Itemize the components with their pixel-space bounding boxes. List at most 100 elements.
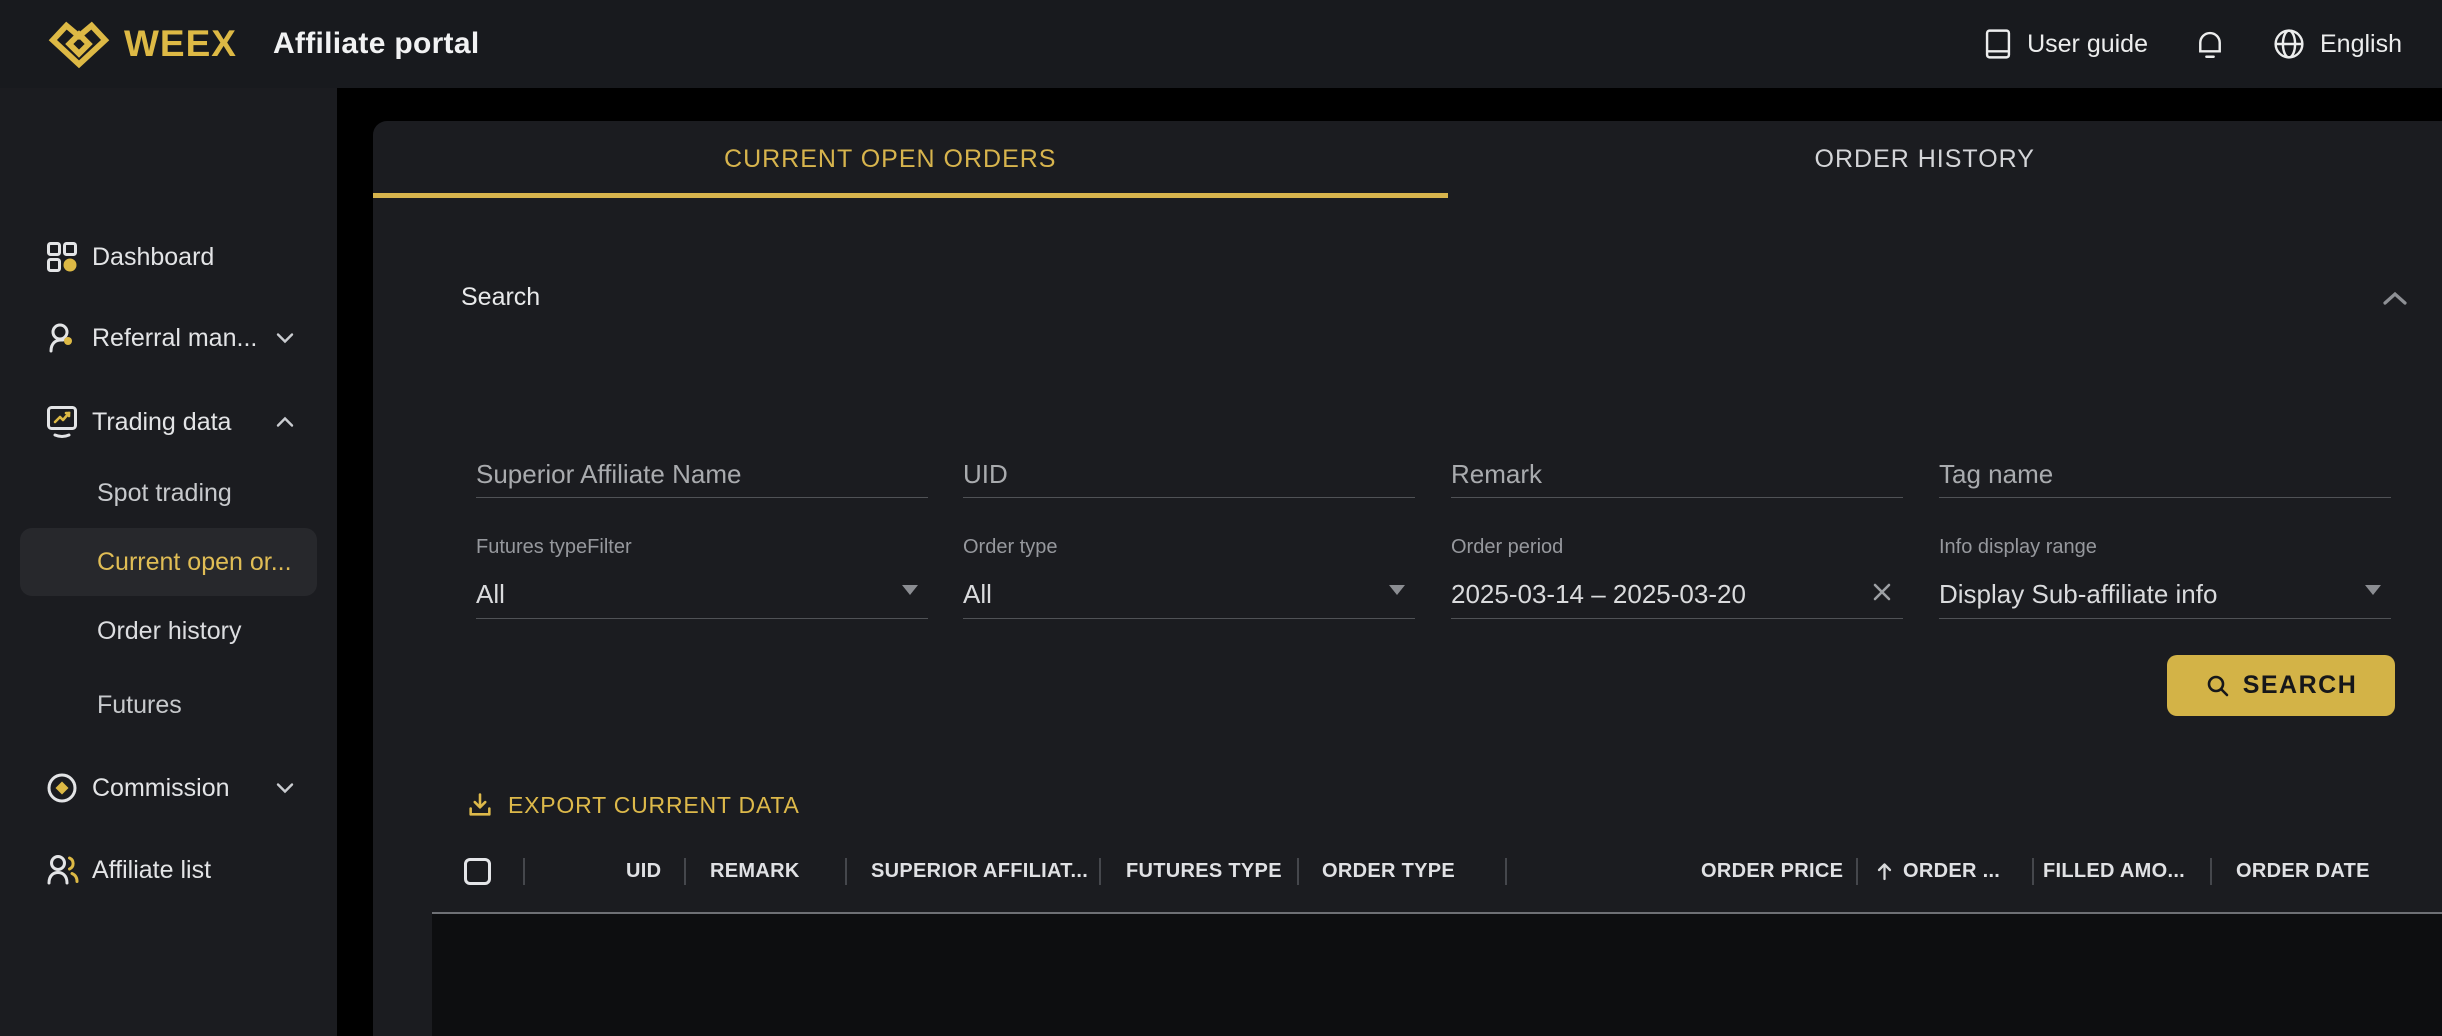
column-header-uid[interactable]: UID [626, 844, 661, 899]
chevron-down-icon [276, 333, 294, 344]
sidebar-item-affiliate-list[interactable]: Affiliate list [0, 850, 337, 890]
table-body-empty [432, 914, 2442, 1036]
column-header-label: ORDER ... [1903, 860, 2000, 883]
collapse-search-button[interactable] [2382, 291, 2408, 306]
affiliate-list-icon [46, 853, 78, 887]
sidebar-item-dashboard[interactable]: Dashboard [0, 237, 337, 277]
sidebar-item-label: Dashboard [92, 243, 214, 272]
sidebar-item-current-open-orders[interactable]: Current open or... [20, 528, 317, 596]
commission-icon [46, 772, 78, 804]
info-display-range-filter[interactable]: Info display range Display Sub-affiliate… [1939, 536, 2391, 619]
column-header-remark[interactable]: REMARK [710, 844, 800, 899]
sidebar-item-label: Affiliate list [92, 856, 211, 885]
filter-label: Order period [1451, 536, 1903, 559]
dashboard-icon [46, 241, 78, 273]
brand: WEEX Affiliate portal [48, 19, 479, 69]
export-current-data-button[interactable]: EXPORT CURRENT DATA [466, 791, 800, 819]
sidebar-item-order-history[interactable]: Order history [0, 611, 434, 651]
order-type-filter[interactable]: Order type All [963, 536, 1415, 619]
book-icon [1983, 27, 2013, 61]
sort-ascending-icon [1876, 862, 1893, 882]
date-range-value: 2025-03-14 – 2025-03-20 [1451, 579, 1746, 610]
bell-icon [2194, 27, 2226, 61]
user-guide-button[interactable]: User guide [1983, 27, 2148, 61]
filter-label: Order type [963, 536, 1415, 559]
globe-icon [2272, 27, 2306, 61]
field-remark [1451, 451, 1903, 498]
tag-name-input[interactable] [1939, 451, 2391, 497]
sidebar-item-label: Futures [97, 691, 182, 720]
remark-input[interactable] [1451, 451, 1903, 497]
uid-input[interactable] [963, 451, 1415, 497]
column-separator [1505, 858, 1507, 885]
column-separator [684, 858, 686, 885]
futures-type-filter[interactable]: Futures typeFilter All [476, 536, 928, 619]
superior-affiliate-name-input[interactable] [476, 451, 928, 497]
filter-value: All [476, 579, 505, 610]
column-separator [1297, 858, 1299, 885]
sidebar-item-futures[interactable]: Futures [0, 685, 434, 725]
column-header-futures-type[interactable]: FUTURES TYPE [1126, 844, 1282, 899]
filter-label: Futures typeFilter [476, 536, 928, 559]
sidebar-item-label: Order history [97, 617, 241, 646]
sidebar-item-spot-trading[interactable]: Spot trading [0, 473, 434, 513]
language-label: English [2320, 30, 2402, 59]
column-header-filled-amount[interactable]: FILLED AMO... [2043, 844, 2185, 899]
table-header: UID REMARK SUPERIOR AFFILIAT... FUTURES … [373, 844, 2442, 899]
header-actions: User guide English [1983, 27, 2402, 61]
sidebar-item-label: Referral man... [92, 324, 257, 353]
filter-label: Info display range [1939, 536, 2391, 559]
column-separator [2032, 858, 2034, 885]
field-superior-affiliate-name [476, 451, 928, 498]
clear-date-icon[interactable] [1869, 579, 1895, 605]
sidebar: Dashboard Referral man... Trading data [0, 88, 337, 1036]
dropdown-caret-icon [902, 585, 918, 595]
brand-name: WEEX [124, 23, 237, 65]
column-header-order-type[interactable]: ORDER TYPE [1322, 844, 1455, 899]
field-tag-name [1939, 451, 2391, 498]
page-title: Affiliate portal [273, 27, 479, 61]
dropdown-caret-icon [2365, 585, 2381, 595]
tab-order-history[interactable]: ORDER HISTORY [1408, 121, 2442, 198]
download-icon [466, 791, 494, 819]
chevron-up-icon [276, 417, 294, 428]
column-separator [845, 858, 847, 885]
filter-value: Display Sub-affiliate info [1939, 579, 2217, 610]
column-header-order-sorted[interactable]: ORDER ... [1876, 844, 2000, 899]
sidebar-item-trading-data[interactable]: Trading data [0, 402, 337, 442]
language-selector[interactable]: English [2272, 27, 2402, 61]
notifications-button[interactable] [2194, 27, 2226, 61]
sidebar-item-label: Current open or... [97, 548, 292, 577]
column-separator [1856, 858, 1858, 885]
sidebar-item-label: Commission [92, 774, 230, 803]
order-period-filter[interactable]: Order period 2025-03-14 – 2025-03-20 [1451, 536, 1903, 619]
tab-bar: CURRENT OPEN ORDERS ORDER HISTORY [373, 121, 2442, 198]
app-header: WEEX Affiliate portal User guide [0, 0, 2442, 88]
user-guide-label: User guide [2027, 30, 2148, 59]
weex-logo-icon [48, 19, 110, 69]
sidebar-item-label: Spot trading [97, 479, 232, 508]
field-uid [963, 451, 1415, 498]
column-header-order-price[interactable]: ORDER PRICE [1701, 844, 1843, 899]
search-button[interactable]: SEARCH [2167, 655, 2395, 716]
search-section-title: Search [461, 283, 540, 312]
export-label: EXPORT CURRENT DATA [508, 792, 800, 819]
column-separator [523, 858, 525, 885]
dropdown-caret-icon [1389, 585, 1405, 595]
column-header-superior-affiliate[interactable]: SUPERIOR AFFILIAT... [871, 844, 1088, 899]
column-header-order-date[interactable]: ORDER DATE [2236, 844, 2370, 899]
referral-icon [46, 321, 78, 355]
filter-value: All [963, 579, 992, 610]
sidebar-item-commission[interactable]: Commission [0, 768, 337, 808]
select-all-checkbox[interactable] [464, 858, 491, 885]
sidebar-item-label: Trading data [92, 408, 231, 437]
search-icon [2205, 673, 2231, 699]
sidebar-item-referral-management[interactable]: Referral man... [0, 318, 337, 358]
column-separator [2210, 858, 2212, 885]
tab-current-open-orders[interactable]: CURRENT OPEN ORDERS [373, 121, 1408, 198]
column-separator [1099, 858, 1101, 885]
trading-data-icon [46, 405, 78, 439]
search-button-label: SEARCH [2243, 671, 2358, 700]
active-tab-indicator [373, 193, 1448, 198]
main-panel: CURRENT OPEN ORDERS ORDER HISTORY Search… [373, 121, 2442, 1036]
